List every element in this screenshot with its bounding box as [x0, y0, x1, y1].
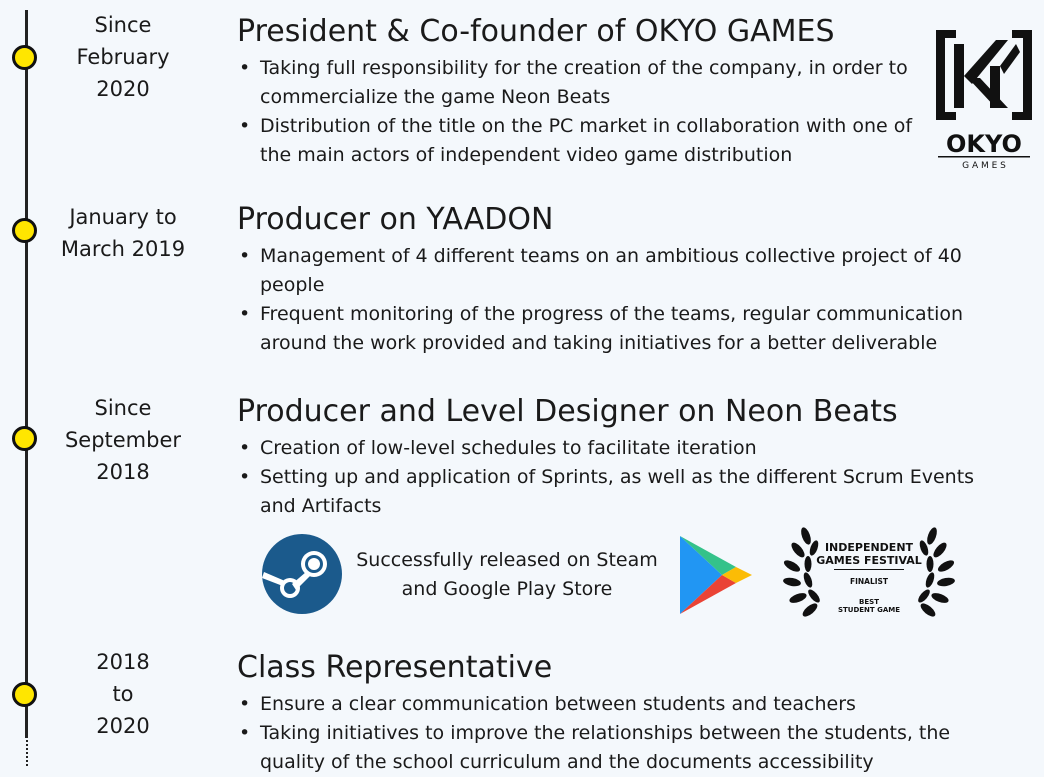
badge-line: INDEPENDENT	[825, 541, 914, 554]
bullet-item: Taking full responsibility for the creat…	[237, 54, 917, 112]
steam-icon	[262, 534, 342, 614]
bullet-item: Taking initiatives to improve the relati…	[237, 719, 997, 777]
timeline-continuation	[25, 740, 28, 766]
timeline-dot	[12, 218, 37, 243]
entry-title: Class Representative	[237, 650, 553, 685]
timeline-dot	[12, 45, 37, 70]
okyo-games-logo: OKYO G A M E S	[934, 26, 1034, 171]
timeline-entry: Class Representative Ensure a clear comm…	[237, 650, 997, 777]
badge-line: STUDENT GAME	[838, 606, 900, 614]
okyo-emblem-icon: OKYO G A M E S	[936, 30, 1032, 171]
entry-date: 2018 to 2020	[96, 650, 150, 738]
badge-line: GAMES FESTIVAL	[816, 554, 922, 567]
entry-date: January to March 2019	[60, 205, 186, 261]
entry-title: President & Co-founder of OKYO GAMES	[237, 14, 835, 49]
festival-laurel-badge: INDEPENDENT GAMES FESTIVAL FINALIST BEST…	[780, 524, 958, 624]
bullet-item: Management of 4 different teams on an am…	[237, 242, 997, 300]
entry-date: Since September 2018	[64, 396, 182, 484]
entry-title: Producer and Level Designer on Neon Beat…	[237, 394, 898, 429]
entry-bullets: Ensure a clear communication between stu…	[237, 690, 997, 777]
badge-line: BEST	[859, 598, 879, 606]
entry-date: Since February 2020	[76, 13, 170, 101]
bullet-item: Frequent monitoring of the progress of t…	[237, 300, 997, 358]
timeline-line	[25, 10, 28, 738]
badge-line: FINALIST	[850, 577, 889, 586]
bullet-item: Distribution of the title on the PC mark…	[237, 112, 917, 170]
timeline-entry: Producer on YAADON Management of 4 diffe…	[237, 202, 997, 358]
bullet-item: Creation of low-level schedules to facil…	[237, 434, 997, 463]
okyo-wordmark: OKYO	[946, 130, 1022, 158]
bullet-item: Setting up and application of Sprints, a…	[237, 463, 997, 521]
timeline-dot	[12, 682, 37, 707]
timeline-dot	[12, 426, 37, 451]
entry-bullets: Management of 4 different teams on an am…	[237, 242, 997, 358]
laurel-wreath-icon: INDEPENDENT GAMES FESTIVAL FINALIST BEST…	[783, 527, 955, 617]
timeline-entry: Producer and Level Designer on Neon Beat…	[237, 394, 997, 521]
entry-bullets: Creation of low-level schedules to facil…	[237, 434, 997, 521]
entry-title: Producer on YAADON	[237, 202, 554, 237]
entry-bullets: Taking full responsibility for the creat…	[237, 54, 917, 170]
release-note: Successfully released on Steam and Googl…	[356, 549, 658, 600]
timeline-entry: President & Co-founder of OKYO GAMES Tak…	[237, 14, 917, 170]
okyo-tagline: G A M E S	[962, 161, 1006, 171]
bullet-item: Ensure a clear communication between stu…	[237, 690, 997, 719]
google-play-icon	[678, 534, 754, 616]
